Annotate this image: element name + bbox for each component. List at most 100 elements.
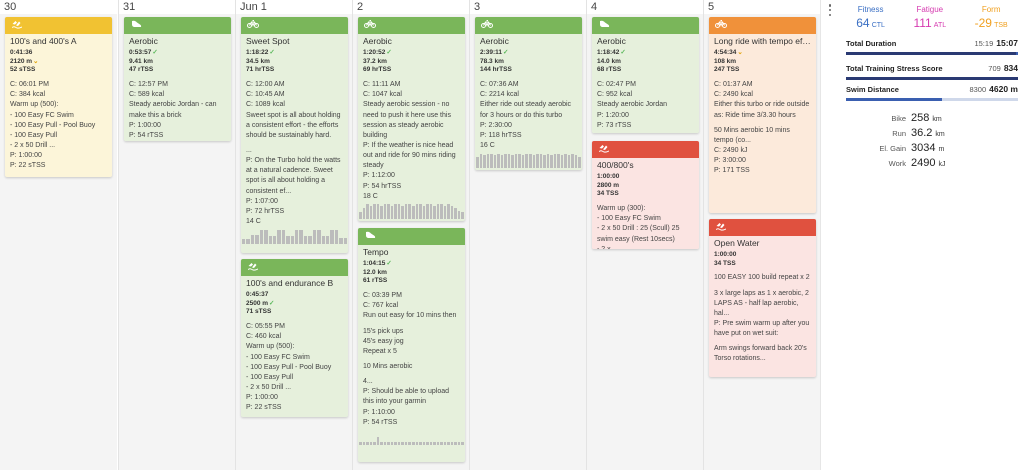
workout-detail-line: 3 x large laps as 1 x aerobic, 2 LAPS AS… <box>714 289 809 317</box>
workout-detail-line: - 2 x 50 Drill ... <box>246 384 292 392</box>
profile-bar <box>404 204 408 219</box>
workout-card-body: Open Water 1:00:00 34 TSS 100 EASY 100 buil… <box>709 236 816 368</box>
workout-detail-line: 15's pick ups <box>363 327 404 335</box>
workout-card[interactable]: 100's and endurance B 0:45:37 2500 m✓ 71 sT… <box>241 259 348 417</box>
sport-total-value: 3034 <box>911 141 936 154</box>
profile-bar <box>429 441 433 445</box>
sport-total-row: Run 36.2 km <box>842 126 1022 141</box>
workout-card[interactable]: Aerobic 1:20:52✓ 37.2 km 69 hrTSS C: 11:11 A… <box>358 17 465 221</box>
workout-card[interactable]: Aerobic 0:53:57✓ 9.41 km 47 rTSS C: 12:57 PM… <box>124 17 231 141</box>
profile-bar <box>419 441 422 445</box>
workout-card[interactable]: 100's and 400's A 0:41:36 2120 m⌄ 52 sTSS C:… <box>5 17 112 177</box>
workout-profile-chart <box>475 152 582 169</box>
workout-title: Tempo <box>363 247 389 257</box>
sport-total-label: Run <box>892 128 906 138</box>
profile-bar <box>532 155 536 169</box>
fatigue-metric[interactable]: Fatigue 111 ATL <box>913 4 946 32</box>
form-metric[interactable]: Form -29 TSB <box>975 4 1008 32</box>
total-duration-label: Total Duration <box>846 38 897 48</box>
day-cell[interactable]: Aerobic 1:20:52✓ 37.2 km 69 hrTSS C: 11:11 A… <box>353 14 469 470</box>
profile-bar <box>578 156 581 169</box>
swim-distance-label: Swim Distance <box>846 84 899 94</box>
workout-metric: 1:04:15✓ <box>363 260 460 269</box>
workout-detail-line: P: 54 rTSS <box>129 131 164 139</box>
profile-bar <box>443 441 447 445</box>
workout-detail-line: C: 01:37 AM <box>714 81 753 89</box>
profile-bar <box>394 441 397 445</box>
workout-metric: 2800 m <box>597 182 694 191</box>
workout-card[interactable]: Aerobic 1:18:42✓ 14.0 km 68 rTSS C: 02:47 PM… <box>592 17 699 133</box>
day-cell[interactable]: 100's and 400's A 0:41:36 2120 m⌄ 52 sTSS C:… <box>0 14 117 470</box>
workout-metric-value: 61 rTSS <box>363 277 388 285</box>
day-cell[interactable]: Sweet Spot 1:18:22✓ 34.5 km 71 hrTSS C: 12:0… <box>236 14 352 470</box>
workout-detail-line: P: 73 rTSS <box>597 121 632 129</box>
form-label: Form <box>981 5 1001 14</box>
workout-metric-value: 78.3 km <box>480 57 504 65</box>
workout-metric: 108 km <box>714 58 811 67</box>
sport-total-row: El. Gain 3034 m <box>842 141 1022 156</box>
workout-card-body: 100's and endurance B 0:45:37 2500 m✓ 71 sT… <box>241 276 348 417</box>
workout-metric: 34.5 km <box>246 58 343 67</box>
workout-card[interactable]: Aerobic 2:39:11✓ 78.3 km 144 hrTSS C: 07:36 … <box>475 17 582 170</box>
workout-title: Open Water <box>714 238 760 248</box>
workout-card[interactable]: Open Water 1:00:00 34 TSS 100 EASY 100 buil… <box>709 219 816 377</box>
fitness-metric[interactable]: Fitness 64 CTL <box>856 4 885 32</box>
profile-bar <box>369 441 373 445</box>
day-cell[interactable]: Aerobic 1:18:42✓ 14.0 km 68 rTSS C: 02:47 PM… <box>587 14 703 470</box>
workout-metric: 1:00:00 <box>597 173 694 182</box>
workout-card-body: Aerobic 1:18:42✓ 14.0 km 68 rTSS C: 02:47 PM… <box>592 34 699 133</box>
workout-card-header <box>241 259 348 276</box>
more-options-icon[interactable] <box>825 3 835 17</box>
workout-card[interactable]: 400/800's 1:00:00 2800 m 34 TSS Warm up (300… <box>592 141 699 249</box>
workout-metric: 34 TSS <box>714 260 811 269</box>
total-duration-planned: 15:19 <box>974 38 994 48</box>
profile-bar <box>514 153 518 169</box>
completed-check-icon: ✓ <box>503 48 509 56</box>
completed-check-icon: ✓ <box>269 48 275 56</box>
workout-detail-line: Warm up (500): <box>10 101 59 109</box>
workout-metric: 68 rTSS <box>597 66 694 75</box>
workout-detail-line: P: 171 TSS <box>714 167 750 175</box>
profile-bar <box>447 204 450 219</box>
profile-bar <box>317 229 321 245</box>
workout-metric-value: 144 hrTSS <box>480 66 512 74</box>
profile-bar <box>507 153 511 169</box>
day-cell[interactable]: Aerobic 0:53:57✓ 9.41 km 47 rTSS C: 12:57 PM… <box>119 14 235 470</box>
profile-bar <box>450 441 454 445</box>
profile-bar <box>436 441 440 445</box>
workout-detail-line: P: 1:00:00 <box>129 121 161 129</box>
workout-metric: 144 hrTSS <box>480 66 577 75</box>
fitness-summary: Fitness 64 CTL Fatigue 111 ATL Form -29 … <box>842 0 1022 32</box>
profile-bar <box>408 204 411 219</box>
workout-card[interactable]: Long ride with tempo effo... 4:54:34⌄ 108 … <box>709 17 816 213</box>
workout-title: 100's and endurance B <box>246 278 334 288</box>
swim-icon <box>247 261 259 275</box>
workout-title: Aerobic <box>129 36 158 46</box>
workout-metric-value: 4:54:34 <box>714 48 737 56</box>
profile-bar <box>376 436 380 445</box>
workout-detail-line: 100 EASY 100 build repeat x 2 <box>714 274 810 282</box>
workout-card-header <box>709 17 816 34</box>
workout-metric-value: 68 rTSS <box>597 66 622 74</box>
profile-bar <box>536 153 539 169</box>
workout-metric-value: 1:20:52 <box>363 48 386 56</box>
day-cell[interactable]: Aerobic 2:39:11✓ 78.3 km 144 hrTSS C: 07:36 … <box>470 14 586 470</box>
workout-card-header <box>475 17 582 34</box>
workout-detail-line: P: 22 sTSS <box>246 404 282 412</box>
workout-card[interactable]: Tempo 1:04:15✓ 12.0 km 61 rTSS C: 03:39 PM C:… <box>358 228 465 462</box>
profile-bar <box>383 441 387 445</box>
completed-check-icon: ✓ <box>152 48 158 56</box>
profile-bar <box>557 153 560 169</box>
workout-metric: 1:18:42✓ <box>597 49 694 58</box>
workout-detail-line: C: 589 kcal <box>129 91 165 99</box>
workout-metric: 78.3 km <box>480 58 577 67</box>
profile-bar <box>295 229 299 245</box>
workout-card[interactable]: Sweet Spot 1:18:22✓ 34.5 km 71 hrTSS C: 12:0… <box>241 17 348 253</box>
profile-bar <box>366 204 369 219</box>
sport-total-label: El. Gain <box>879 143 906 153</box>
day-cell[interactable]: Long ride with tempo effo... 4:54:34⌄ 108 … <box>704 14 820 470</box>
profile-bar <box>454 207 457 219</box>
workout-metric-value: 2500 m <box>246 299 269 307</box>
workout-metric: 0:41:36 <box>10 49 107 58</box>
profile-bar <box>457 210 461 219</box>
